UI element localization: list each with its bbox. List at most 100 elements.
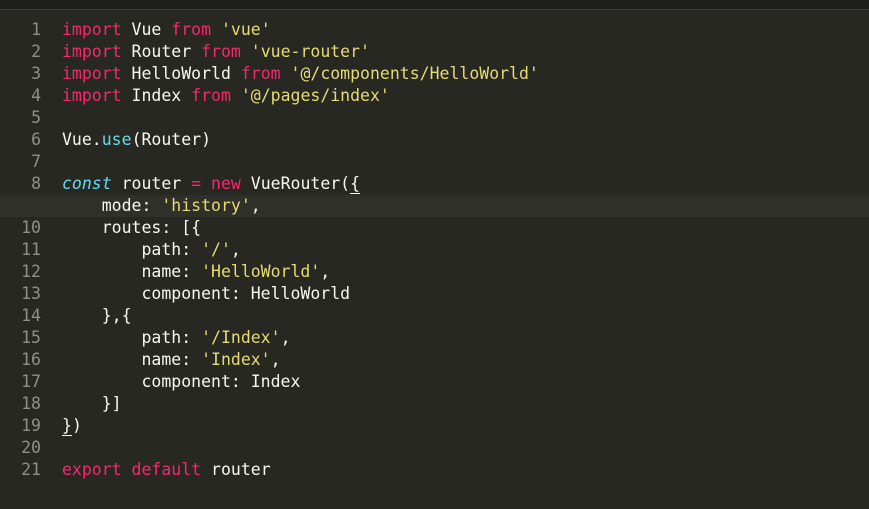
line-number: 15 (21, 328, 41, 347)
code-token: path: (62, 240, 202, 259)
code-line[interactable]: name: 'Index', (62, 349, 869, 371)
code-token: '/' (201, 240, 231, 259)
code-token: export (62, 460, 122, 479)
code-token: use (101, 130, 132, 149)
code-token: import (62, 20, 122, 39)
code-area[interactable]: import Vue from 'vue' import Router from … (0, 19, 869, 481)
code-token: from (191, 86, 231, 105)
code-token: , (270, 350, 281, 369)
code-token: mode: (62, 196, 162, 215)
code-line[interactable]: component: HelloWorld (62, 283, 869, 305)
code-line[interactable]: const router = new VueRouter({ (62, 173, 869, 195)
line-number: 1 (31, 20, 41, 39)
code-token: VueRouter( (240, 174, 351, 193)
code-token: routes: [{ (62, 218, 202, 237)
line-number: 4 (31, 86, 41, 105)
line-number: 21 (21, 460, 41, 479)
code-token: Index (121, 86, 192, 105)
code-line[interactable]: },{ (62, 305, 869, 327)
code-token: 'vue-router' (250, 42, 370, 61)
code-token: router (111, 174, 192, 193)
line-number: 3 (31, 64, 41, 83)
code-token: Vue. (62, 130, 102, 149)
code-token: '@/pages/index' (240, 86, 390, 105)
code-line[interactable]: import Vue from 'vue' (62, 19, 869, 41)
code-token: } (62, 416, 72, 436)
line-number: 6 (31, 130, 41, 149)
code-line[interactable]: component: Index (62, 371, 869, 393)
code-token: component: Index (62, 372, 301, 391)
line-number: 16 (21, 350, 41, 369)
code-token: const (62, 174, 112, 193)
code-token: ) (71, 416, 82, 435)
code-editor[interactable]: 123456789101112131415161718192021 import… (0, 0, 869, 509)
code-token: import (62, 86, 122, 105)
line-number-gutter: 123456789101112131415161718192021 (0, 19, 54, 481)
code-token: , (230, 240, 241, 259)
line-number: 8 (31, 174, 41, 193)
code-line[interactable]: export default router (62, 459, 869, 481)
code-token: , (280, 328, 291, 347)
code-line[interactable]: routes: [{ (62, 217, 869, 239)
code-token: path: (62, 328, 202, 347)
line-number: 11 (21, 240, 41, 259)
code-token: HelloWorld (121, 64, 241, 83)
code-token: , (250, 196, 261, 215)
code-token: = (191, 174, 202, 193)
code-token: }] (62, 394, 122, 413)
code-token: import (62, 64, 122, 83)
code-token: name: (62, 350, 202, 369)
code-line[interactable]: Vue.use(Router) (62, 129, 869, 151)
code-token: from (201, 42, 241, 61)
code-line[interactable]: path: '/Index', (62, 327, 869, 349)
code-line[interactable]: name: 'HelloWorld', (62, 261, 869, 283)
tab-bar (0, 0, 869, 10)
code-token: 'HelloWorld' (201, 262, 321, 281)
code-line[interactable]: ​ (62, 151, 869, 173)
code-token: 'Index' (201, 350, 271, 369)
code-token: '/Index' (201, 328, 281, 347)
code-token: Vue (121, 20, 172, 39)
code-token: import (62, 42, 122, 61)
line-number: 7 (31, 152, 41, 171)
code-line[interactable]: path: '/', (62, 239, 869, 261)
code-token: { (350, 174, 361, 194)
code-token: from (240, 64, 281, 83)
code-token: },{ (62, 306, 132, 325)
line-number: 20 (21, 438, 41, 457)
line-number: 10 (21, 218, 41, 237)
code-token: , (320, 262, 331, 281)
line-number: 12 (21, 262, 41, 281)
line-number: 5 (31, 108, 41, 127)
line-number: 14 (21, 306, 41, 325)
code-token: name: (62, 262, 202, 281)
code-token: Router (121, 42, 202, 61)
code-token: router (201, 460, 271, 479)
code-token: default (131, 460, 202, 479)
code-line[interactable]: mode: 'history', (0, 195, 869, 217)
code-token: (Router) (131, 130, 212, 149)
code-line[interactable]: ​ (62, 437, 869, 459)
line-number: 18 (21, 394, 41, 413)
code-token: new (211, 174, 241, 193)
code-line[interactable]: }] (62, 393, 869, 415)
code-line[interactable]: import Index from '@/pages/index' (62, 85, 869, 107)
line-number: 19 (21, 416, 41, 435)
code-token: from (171, 20, 212, 39)
line-number: 13 (21, 284, 41, 303)
code-line[interactable]: import Router from 'vue-router' (62, 41, 869, 63)
code-line[interactable]: }) (62, 415, 869, 437)
code-line[interactable]: import HelloWorld from '@/components/Hel… (62, 63, 869, 85)
code-token: 'history' (161, 196, 251, 215)
code-token: '@/components/HelloWorld' (290, 64, 539, 83)
code-token: component: HelloWorld (62, 284, 351, 303)
code-line[interactable]: ​ (62, 107, 869, 129)
line-number: 2 (31, 42, 41, 61)
code-token: 'vue' (220, 20, 271, 39)
